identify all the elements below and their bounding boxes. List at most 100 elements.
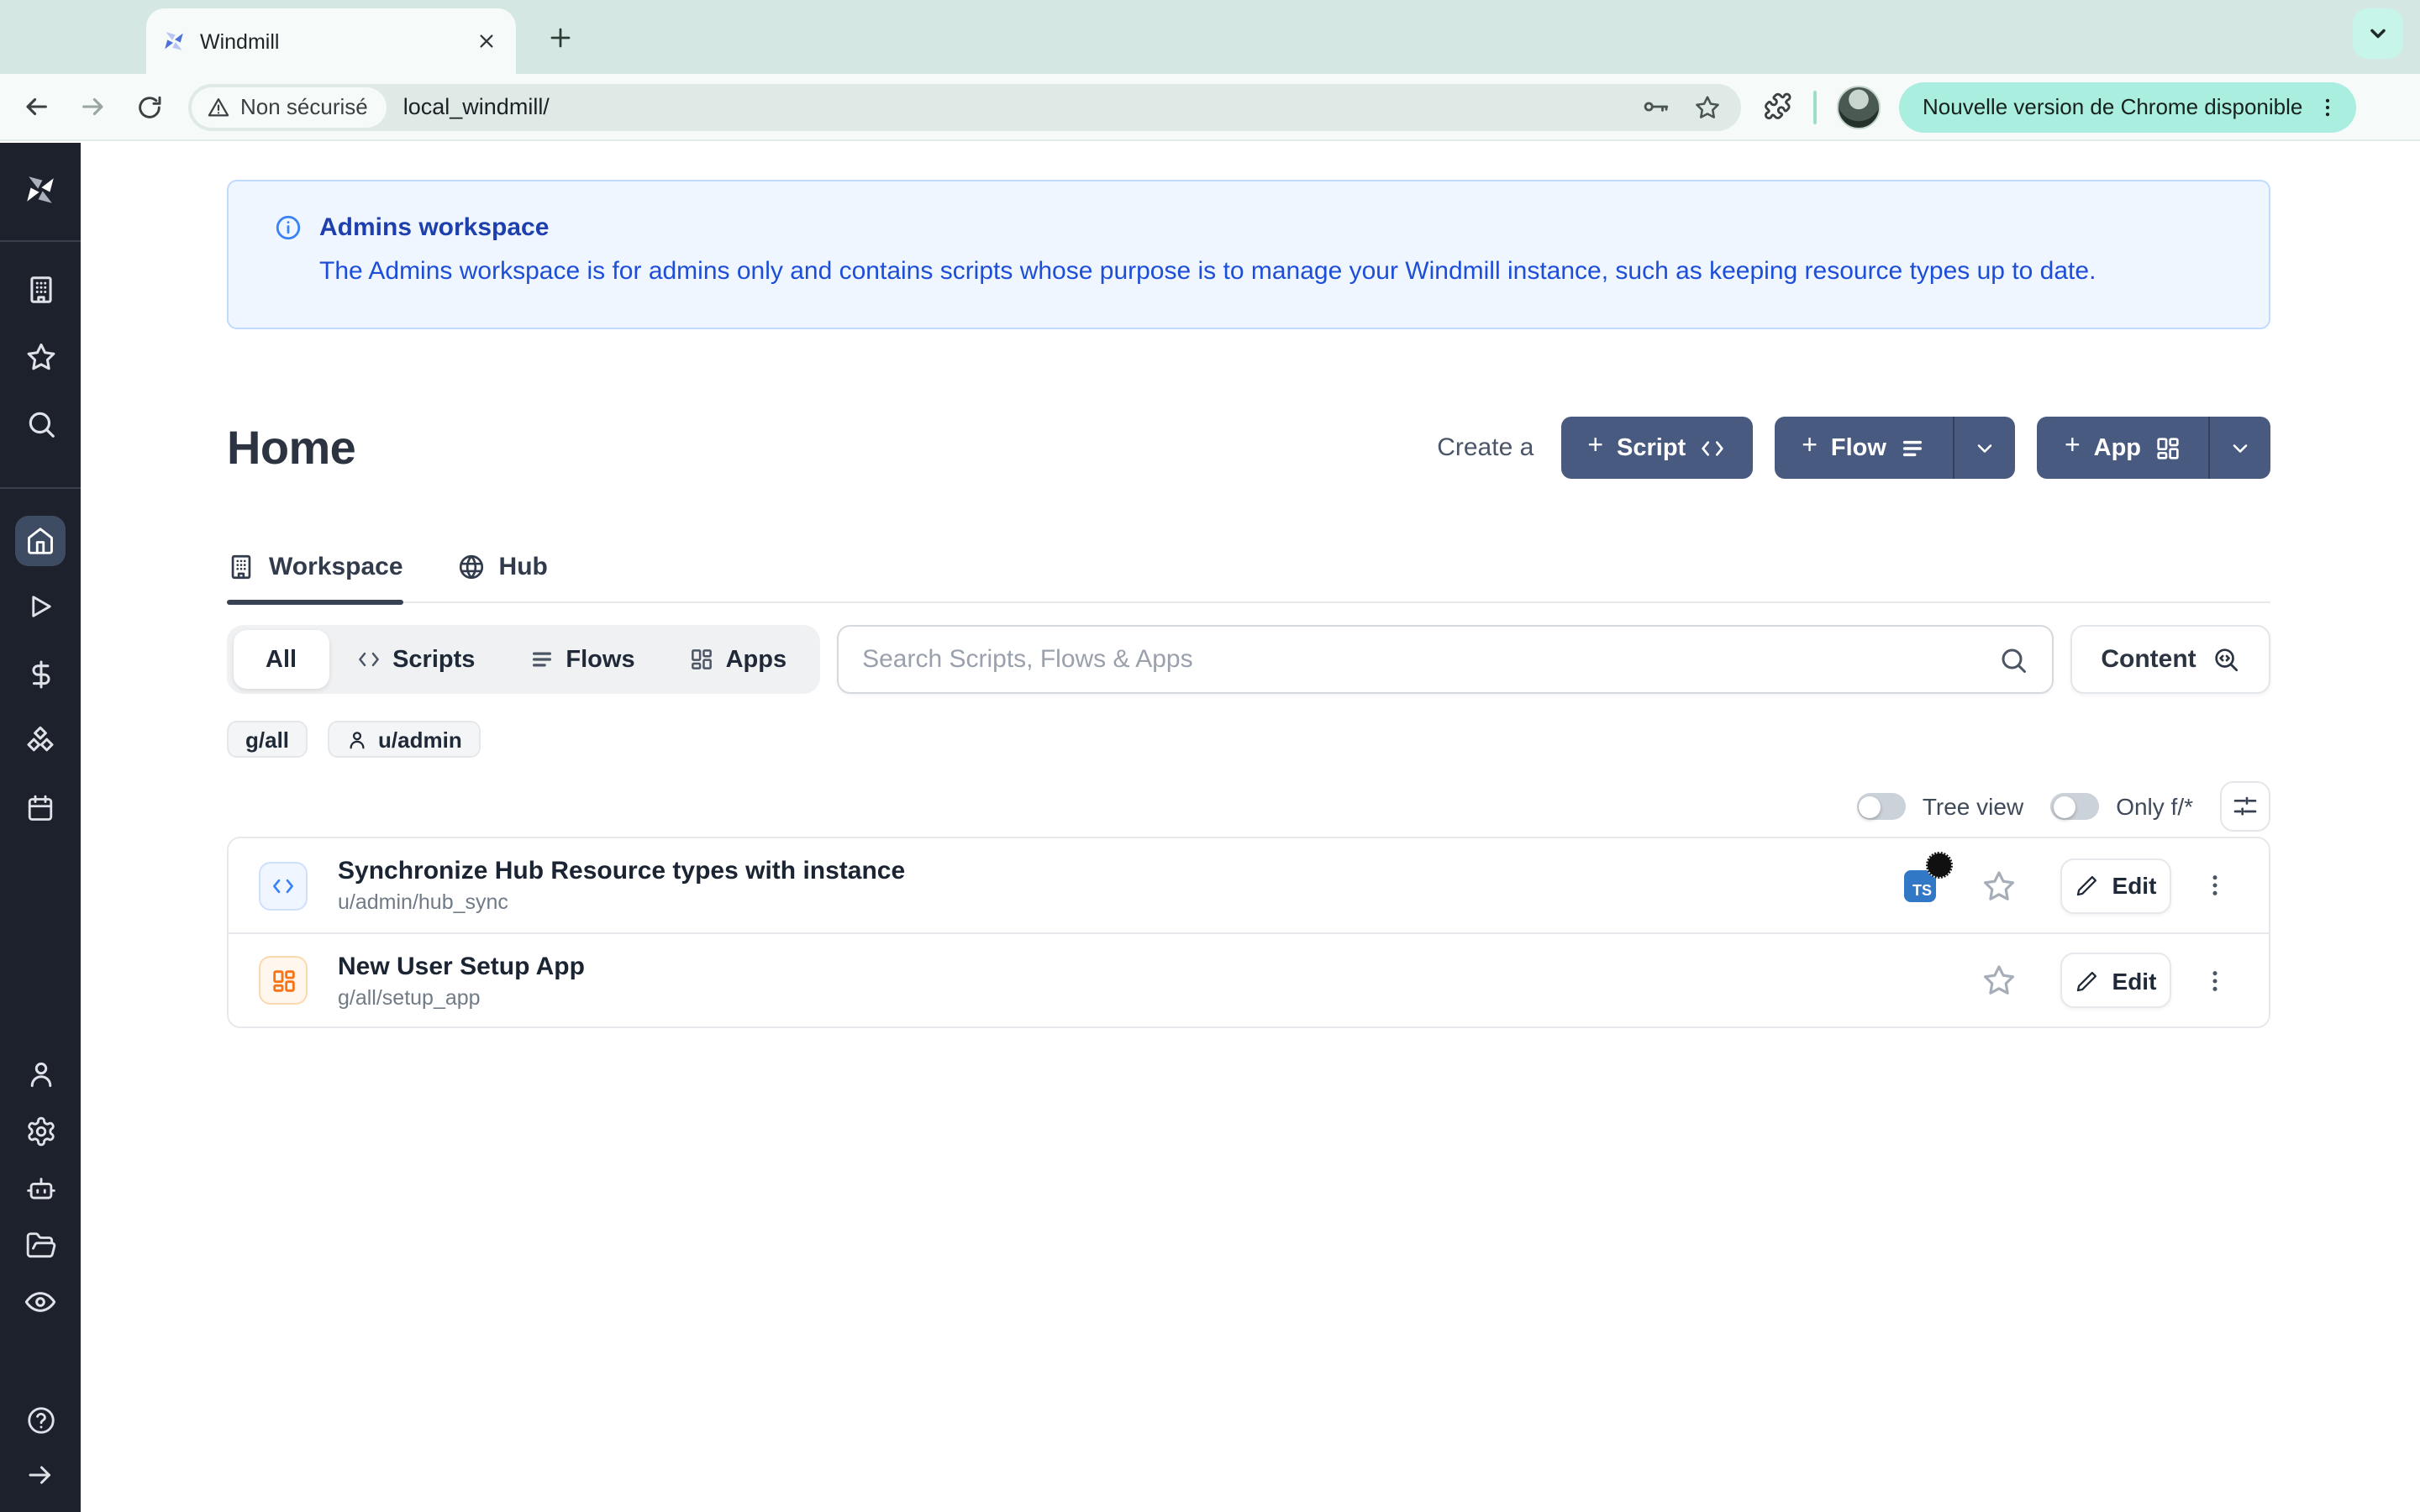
chrome-update-button[interactable]: Nouvelle version de Chrome disponible [1899,81,2356,132]
tab-search-button[interactable] [2353,8,2403,59]
tree-view-toggle[interactable] [1857,793,1906,820]
create-flow-button[interactable]: + Flow [1775,417,1954,479]
item-title[interactable]: New User Setup App [338,952,585,980]
create-flow-caret-button[interactable] [1954,417,2016,479]
filter-apps[interactable]: Apps [662,630,814,689]
extensions-puzzle-icon[interactable] [1763,92,1791,121]
boxes-icon [24,724,57,758]
chevron-down-icon [1974,436,1997,459]
windmill-favicon [161,29,187,54]
create-app-label: App [2094,434,2141,461]
security-chip[interactable]: Non sécurisé [192,87,387,127]
url-text[interactable]: local_windmill/ [403,94,1615,119]
sidebar-item-folders[interactable] [0,1216,81,1273]
arrow-right-icon [25,1460,55,1490]
sidebar-item-help[interactable] [0,1391,81,1448]
filter-scripts[interactable]: Scripts [329,630,502,689]
sidebar-item-settings[interactable] [0,1102,81,1159]
chrome-menu-kebab-icon[interactable] [2316,95,2339,118]
sidebar-item-home[interactable] [15,516,66,566]
help-circle-icon [24,1404,56,1436]
user-icon [346,728,368,750]
tab-hub-label: Hub [499,553,548,581]
search-input[interactable] [862,645,1998,674]
windmill-app: Admins workspace The Admins workspace is… [0,143,2420,1512]
sidebar-divider [0,240,81,242]
building-icon [24,273,56,305]
display-settings-button[interactable] [2220,781,2270,832]
sidebar-item-workers[interactable] [0,1159,81,1216]
windmill-logo-icon[interactable] [22,156,59,223]
sidebar-item-workspace[interactable] [0,259,81,319]
filter-scripts-label: Scripts [392,646,475,673]
filter-all-label: All [266,646,297,673]
new-tab-icon[interactable] [544,22,576,54]
sidebar-item-resources[interactable] [0,711,81,771]
item-path: u/admin/hub_sync [338,890,905,914]
browser-tab[interactable]: Windmill [146,8,516,74]
search-code-icon [2212,645,2240,674]
create-app-button[interactable]: + App [2038,417,2208,479]
sidebar-item-favorites[interactable] [0,326,81,386]
filter-apps-label: Apps [726,646,787,673]
content-button-label: Content [2101,645,2196,674]
forward-icon[interactable] [64,92,121,121]
favorite-star-icon[interactable] [1981,963,2017,998]
owner-badge-user-label: u/admin [378,727,462,752]
sidebar-item-runs[interactable] [0,576,81,637]
owner-badge-user[interactable]: u/admin [328,721,481,758]
filter-flows[interactable]: Flows [502,630,661,689]
only-f-toggle[interactable] [2050,793,2099,820]
edit-button[interactable]: Edit [2060,858,2171,913]
workspace-hub-tabs: Workspace Hub [227,539,2270,603]
owner-badge-group[interactable]: g/all [227,721,308,758]
password-key-icon[interactable] [1642,92,1670,121]
row-menu-kebab-icon[interactable] [2195,953,2235,1007]
admins-workspace-banner: Admins workspace The Admins workspace is… [227,180,2270,329]
create-script-button[interactable]: + Script [1560,417,1753,479]
sidebar-item-variables[interactable] [0,643,81,704]
content-button[interactable]: Content [2070,625,2270,694]
filter-flows-label: Flows [566,646,634,673]
sidebar-item-users[interactable] [0,1045,81,1102]
create-script-label: Script [1617,434,1686,461]
toolbar-separator [1813,90,1817,123]
owner-badge-group-label: g/all [245,727,289,752]
view-options-row: Tree view Only f/* [227,781,2270,832]
plus-icon: + [1587,432,1603,462]
create-flow-label: Flow [1831,434,1886,461]
search-icon [1998,644,2028,675]
filter-all[interactable]: All [234,630,329,689]
busy-cursor-pointer [1926,851,1953,878]
create-app-caret-button[interactable] [2208,417,2270,479]
address-bar[interactable]: Non sécurisé local_windmill/ [188,83,1741,130]
favorite-star-icon[interactable] [1981,868,2017,903]
sidebar-item-schedules[interactable] [0,778,81,838]
play-icon [25,591,55,622]
pencil-icon [2075,874,2099,897]
sidebar-item-search[interactable] [0,393,81,454]
warning-icon [207,95,230,118]
edit-button[interactable]: Edit [2060,953,2171,1008]
item-title[interactable]: Synchronize Hub Resource types with inst… [338,857,905,885]
edit-button-label: Edit [2112,967,2157,994]
list-item-script[interactable]: Synchronize Hub Resource types with inst… [229,838,2269,932]
row-menu-kebab-icon[interactable] [2195,858,2235,912]
plus-icon: + [1802,432,1818,462]
profile-avatar[interactable] [1837,85,1881,129]
tab-close-icon[interactable] [472,28,499,55]
reload-icon[interactable] [121,93,178,120]
sidebar-item-audit-logs[interactable] [0,1273,81,1331]
tab-workspace[interactable]: Workspace [227,539,403,601]
create-a-label: Create a [1437,433,1534,462]
item-path: g/all/setup_app [338,985,585,1009]
sidebar-expand-button[interactable] [0,1448,81,1502]
pencil-icon [2075,969,2099,992]
chevron-down-icon [2228,436,2252,459]
banner-title: Admins workspace [319,213,549,242]
list-item-app[interactable]: New User Setup App g/all/setup_app Edit [229,932,2269,1026]
bookmark-star-icon[interactable] [1694,93,1721,120]
tab-hub[interactable]: Hub [457,539,548,601]
script-kind-icon [259,861,308,910]
back-icon[interactable] [7,92,64,121]
